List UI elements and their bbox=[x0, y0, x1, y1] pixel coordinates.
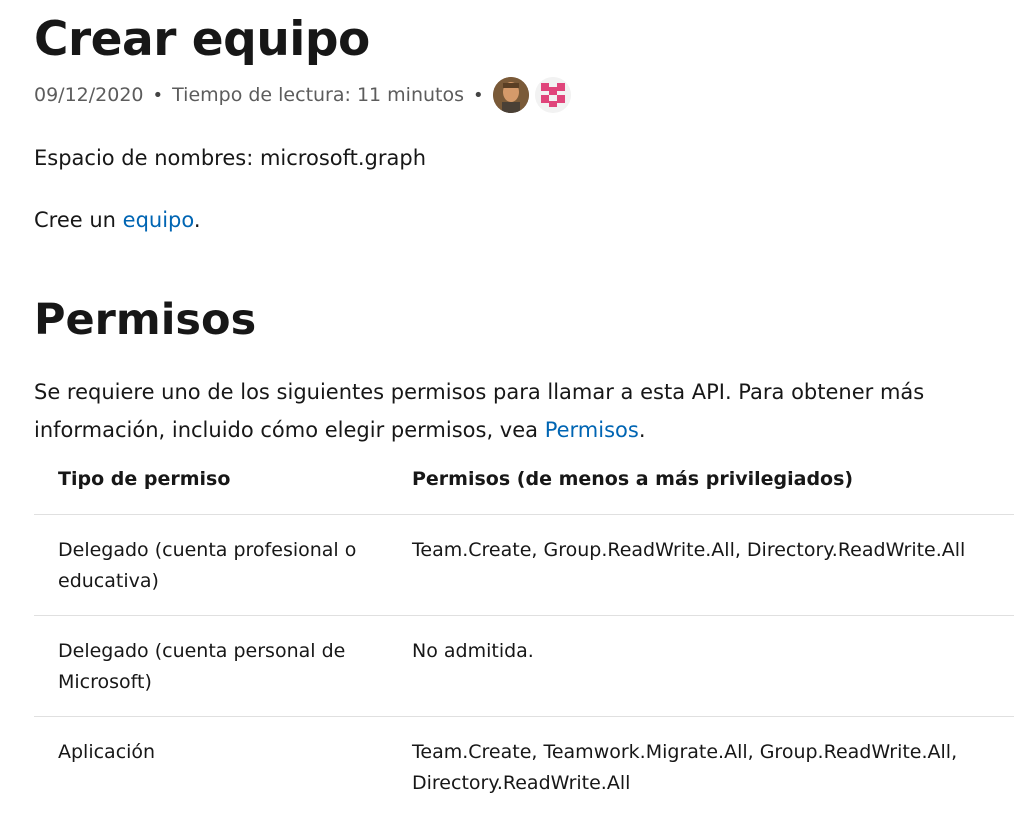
permissions-text-suffix: . bbox=[638, 418, 646, 442]
permisos-link[interactable]: Permisos bbox=[545, 418, 639, 442]
permission-type-cell: Delegado (cuenta personal de Microsoft) bbox=[34, 615, 388, 717]
contributor-identicon-avatar[interactable] bbox=[534, 77, 571, 113]
person-photo-icon bbox=[492, 77, 529, 113]
permissions-cell: Team.Create, Teamwork.Migrate.All, Group… bbox=[412, 741, 958, 794]
table-row: Delegado (cuenta personal de Microsoft) … bbox=[34, 615, 1014, 717]
column-header-permission-type: Tipo de permiso bbox=[34, 458, 388, 515]
contributor-photo-avatar[interactable] bbox=[492, 77, 529, 113]
meta-separator: • bbox=[152, 84, 164, 106]
intro-paragraph: Cree un equipo. bbox=[34, 201, 201, 239]
permissions-text-line1: Se requiere uno de los siguientes permis… bbox=[34, 380, 925, 404]
intro-suffix: . bbox=[193, 208, 201, 232]
page-title: Crear equipo bbox=[34, 12, 370, 67]
permissions-heading: Permisos bbox=[34, 295, 257, 345]
permissions-table: Tipo de permiso Permisos (de menos a más… bbox=[34, 458, 1014, 817]
article-metadata: 09/12/2020 • Tiempo de lectura: 11 minut… bbox=[34, 77, 577, 113]
permissions-cell: Team.Create, Group.ReadWrite.All, Direct… bbox=[388, 514, 1014, 616]
permissions-text-line2: información, incluido cómo elegir permis… bbox=[34, 411, 646, 449]
permission-type-cell: Delegado (cuenta profesional o educativa… bbox=[34, 514, 388, 616]
table-row: Delegado (cuenta profesional o educativa… bbox=[34, 514, 1014, 616]
identicon-icon bbox=[534, 77, 571, 113]
table-row: Aplicación Team.Create, Teamwork.Migrate… bbox=[34, 717, 1014, 818]
column-header-permissions: Permisos (de menos a más privilegiados) bbox=[388, 458, 1014, 515]
namespace-text: Espacio de nombres: microsoft.graph bbox=[34, 146, 427, 170]
equipo-link[interactable]: equipo bbox=[123, 208, 194, 232]
meta-separator: • bbox=[473, 84, 484, 106]
permission-type-cell: Aplicación bbox=[58, 741, 156, 763]
permissions-cell: No admitida. bbox=[388, 615, 1014, 717]
article-date: 09/12/2020 bbox=[34, 84, 144, 106]
permissions-text-prefix: información, incluido cómo elegir permis… bbox=[34, 418, 545, 442]
reading-time: Tiempo de lectura: 11 minutos bbox=[172, 84, 465, 106]
table-header-row: Tipo de permiso Permisos (de menos a más… bbox=[34, 458, 1014, 515]
intro-text: Cree un bbox=[34, 208, 123, 232]
